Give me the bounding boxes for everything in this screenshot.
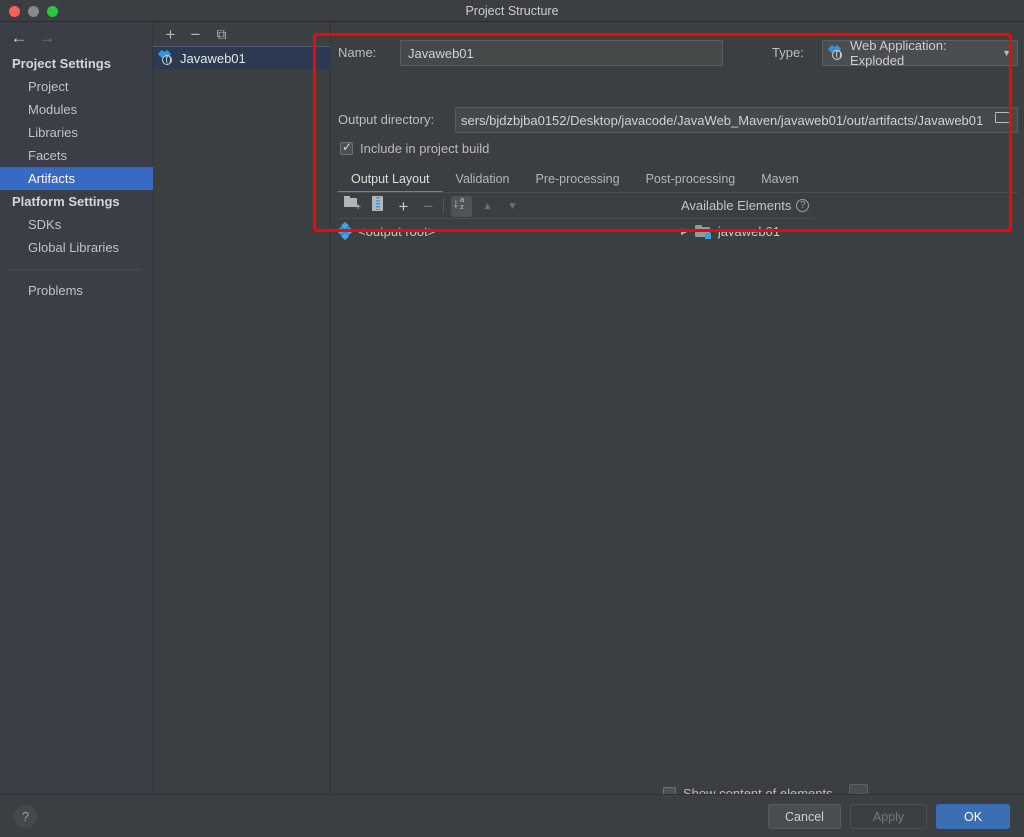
sidebar-item-problems[interactable]: Problems xyxy=(0,279,153,302)
name-label: Name: xyxy=(338,45,377,60)
output-directory-row: Output directory: xyxy=(338,107,1018,133)
dialog-footer: ? Cancel Apply OK xyxy=(0,794,1024,837)
available-element-tree-row[interactable]: ▶ javaweb01 xyxy=(681,221,780,241)
sidebar-item-artifacts[interactable]: Artifacts xyxy=(0,167,153,190)
checkbox-box xyxy=(340,140,353,155)
artifact-list: Javaweb01 xyxy=(153,46,331,69)
move-down-button[interactable]: ▼ xyxy=(502,196,523,217)
artifact-detail-panel: Name: Type: Web Application: Exploded ▼ … xyxy=(331,22,1024,803)
sidebar-item-sdks[interactable]: SDKs xyxy=(0,213,153,236)
sort-elements-button[interactable]: ↓ a z xyxy=(451,196,472,217)
sidebar-item-facets[interactable]: Facets xyxy=(0,144,153,167)
web-application-artifact-icon xyxy=(827,44,844,60)
ok-button[interactable]: OK xyxy=(936,804,1010,829)
tab-output-layout[interactable]: Output Layout xyxy=(338,168,443,193)
output-directory-label: Output directory: xyxy=(338,112,435,127)
toolbar-separator xyxy=(443,198,444,214)
add-archive-button[interactable] xyxy=(367,196,388,217)
folder-browse-icon[interactable] xyxy=(993,111,1012,129)
artifact-type-value: Web Application: Exploded xyxy=(850,38,947,68)
move-up-button[interactable]: ▲ xyxy=(477,196,498,217)
name-type-row: Name: Type: Web Application: Exploded ▼ xyxy=(338,38,1018,68)
module-folder-icon xyxy=(694,224,711,239)
sidebar-nav: ← → xyxy=(8,27,68,49)
sidebar-item-project[interactable]: Project xyxy=(0,75,153,98)
output-layout-divider xyxy=(338,218,813,219)
tab-maven[interactable]: Maven xyxy=(748,168,812,193)
available-element-label: javaweb01 xyxy=(717,223,781,239)
tab-post-processing[interactable]: Post-processing xyxy=(633,168,749,193)
tab-validation[interactable]: Validation xyxy=(443,168,523,193)
arrow-left-icon[interactable]: ← xyxy=(8,29,30,47)
artifacts-list-panel: + − ⧉ Javaweb01 xyxy=(153,22,331,794)
sidebar-divider xyxy=(10,269,143,270)
arrow-right-icon[interactable]: → xyxy=(36,29,58,47)
available-elements-label: Available Elements xyxy=(681,198,792,213)
cancel-button[interactable]: Cancel xyxy=(768,804,841,829)
add-directory-button[interactable]: + xyxy=(342,196,363,217)
help-button[interactable]: ? xyxy=(14,805,37,828)
tabs-underline xyxy=(338,192,1018,193)
artifact-name-input[interactable] xyxy=(400,40,723,66)
add-element-button[interactable]: + xyxy=(393,196,414,217)
sidebar-item-modules[interactable]: Modules xyxy=(0,98,153,121)
sidebar-item-global-libraries[interactable]: Global Libraries xyxy=(0,236,153,259)
settings-sidebar: ← → Project Settings Project Modules Lib… xyxy=(0,22,153,794)
include-in-project-build-checkbox[interactable]: Include in project build xyxy=(340,140,490,156)
remove-artifact-button[interactable]: − xyxy=(186,25,205,44)
output-root-tree-row[interactable]: <output root> xyxy=(336,221,436,241)
add-artifact-button[interactable]: + xyxy=(161,25,180,44)
list-item[interactable]: Javaweb01 xyxy=(153,46,331,69)
copy-artifact-button[interactable]: ⧉ xyxy=(212,25,231,44)
triangle-right-icon[interactable]: ▶ xyxy=(681,226,688,237)
include-in-project-build-label: Include in project build xyxy=(360,141,490,156)
tab-pre-processing[interactable]: Pre-processing xyxy=(523,168,633,193)
artifact-type-select[interactable]: Web Application: Exploded ▼ xyxy=(822,38,1018,68)
sidebar-item-libraries[interactable]: Libraries xyxy=(0,121,153,144)
available-elements-header: Available Elements ? xyxy=(681,198,810,213)
sidebar-group-platform-settings: Platform Settings xyxy=(12,194,120,209)
window-title: Project Structure xyxy=(465,4,559,18)
artifact-name-label: Javaweb01 xyxy=(180,50,246,66)
apply-button[interactable]: Apply xyxy=(850,804,927,829)
output-root-label: <output root> xyxy=(358,223,436,239)
output-directory-input[interactable] xyxy=(455,107,1018,133)
chevron-down-icon: ▼ xyxy=(1002,48,1011,58)
window-titlebar: Project Structure xyxy=(0,0,1024,22)
detail-tabs: Output Layout Validation Pre-processing … xyxy=(338,168,1018,193)
sidebar-group-project-settings: Project Settings xyxy=(12,56,111,71)
help-circle-icon[interactable]: ? xyxy=(796,199,810,212)
web-application-artifact-icon xyxy=(157,49,174,65)
output-layout-toolbar: + + − ↓ a z ▲ ▼ xyxy=(338,194,1018,218)
artifacts-toolbar: + − ⧉ xyxy=(153,22,331,46)
output-root-icon xyxy=(336,221,354,241)
type-label: Type: xyxy=(772,45,804,60)
remove-element-button[interactable]: − xyxy=(418,196,439,217)
